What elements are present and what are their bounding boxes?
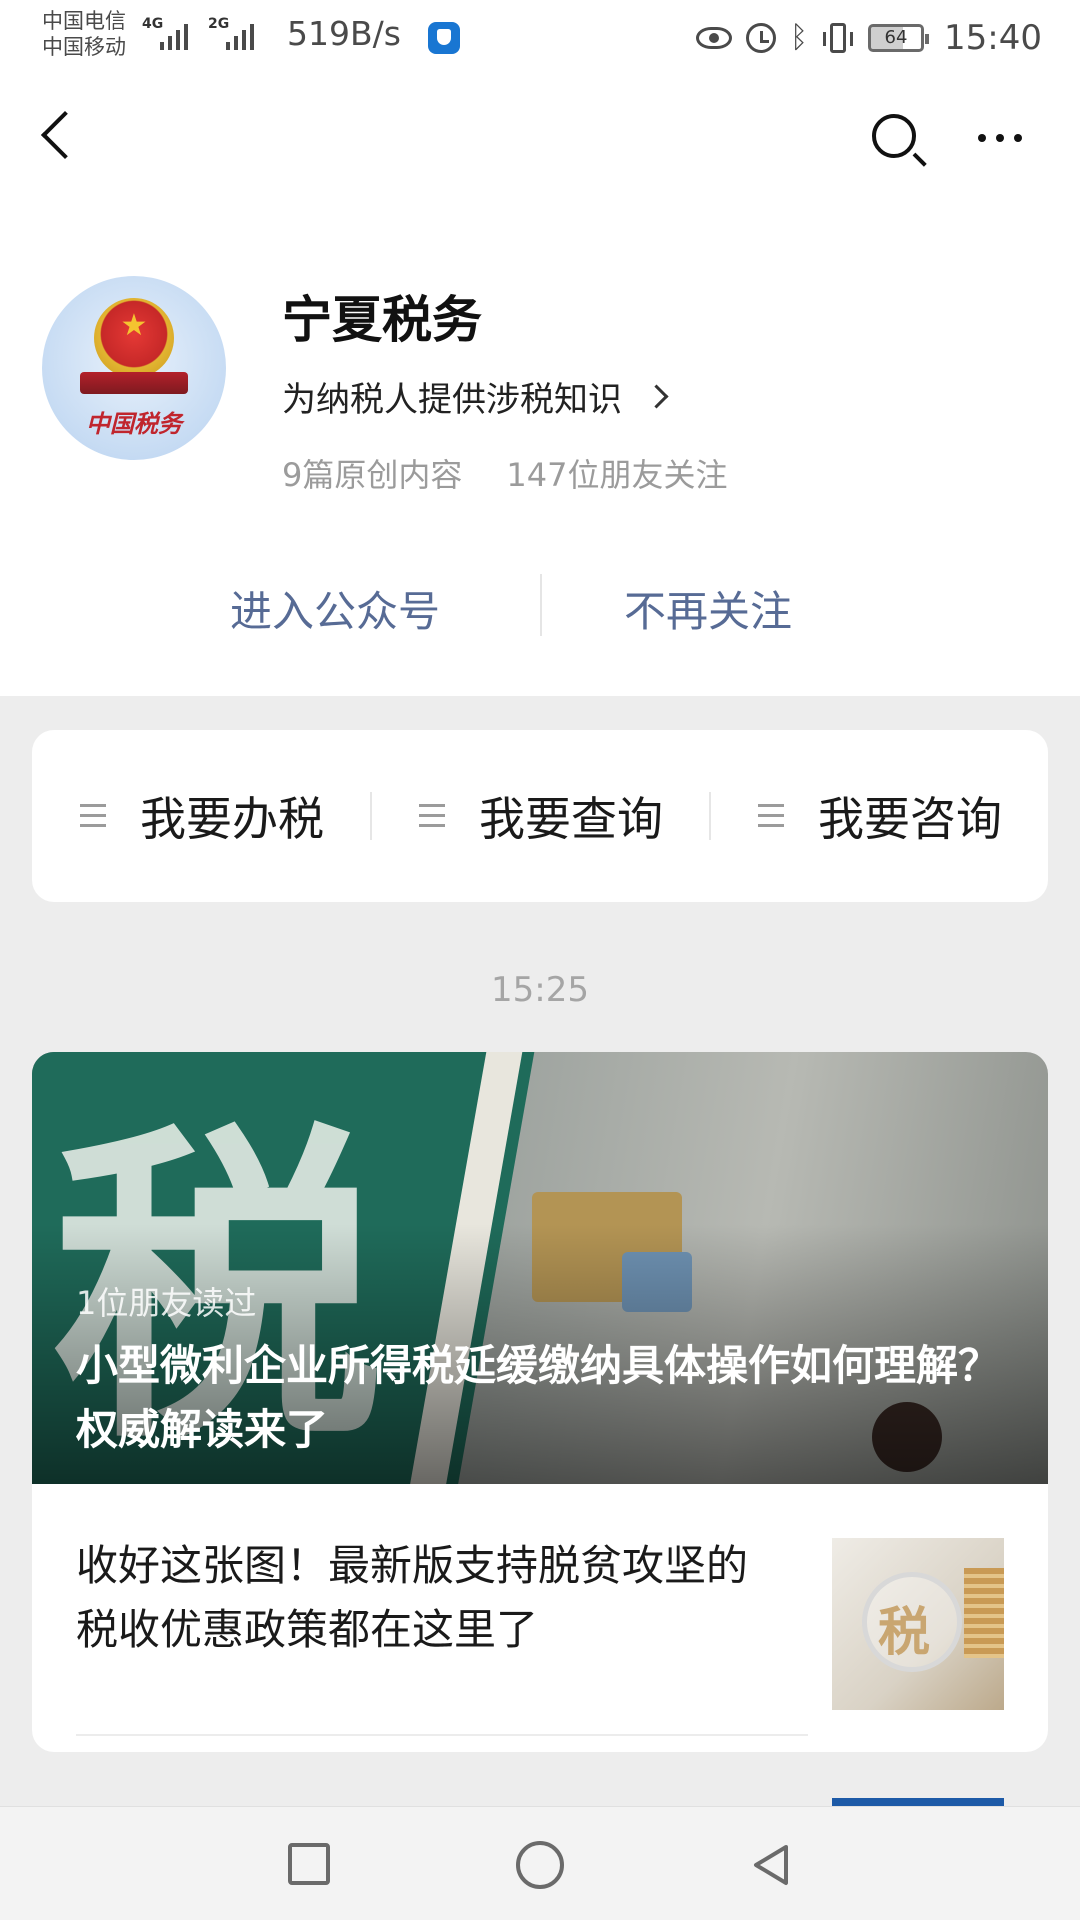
national-emblem-icon bbox=[94, 298, 174, 378]
chevron-right-icon bbox=[644, 384, 669, 409]
unfollow-button[interactable]: 不再关注 bbox=[624, 578, 792, 639]
cover-article[interactable]: 税 1位朋友读过 小型微利企业所得税延缓缴纳具体操作如何理解？权威解读来了 bbox=[32, 1052, 1048, 1484]
emblem-base bbox=[80, 372, 188, 394]
home-icon[interactable] bbox=[516, 1841, 564, 1889]
system-nav-bar bbox=[0, 1806, 1080, 1920]
status-time: 15:40 bbox=[944, 18, 1042, 58]
account-menu: 我要办税 我要查询 我要咨询 bbox=[32, 730, 1048, 902]
article-title: 收好这张图！最新版支持脱贫攻坚的税收优惠政策都在这里了 bbox=[76, 1541, 749, 1654]
screen: 中国电信 中国移动 4G 2G 519B/s ᛒ 64 15:40 ★ 中国税务… bbox=[0, 0, 1080, 1920]
battery-level: 64 bbox=[884, 27, 908, 48]
original-count[interactable]: 9篇原创内容 bbox=[282, 450, 462, 496]
vibrate-icon bbox=[823, 23, 853, 53]
bluetooth-icon: ᛒ bbox=[790, 20, 808, 55]
alarm-icon bbox=[746, 23, 776, 53]
thumb-glyph: 税 bbox=[878, 1603, 931, 1663]
network-speed: 519B/s bbox=[287, 14, 401, 53]
account-description[interactable]: 为纳税人提供涉税知识 bbox=[282, 372, 669, 421]
status-icons: ᛒ 64 15:40 bbox=[696, 18, 1042, 58]
back-nav-icon[interactable] bbox=[746, 1841, 794, 1889]
logo-text: 中国税务 bbox=[86, 409, 182, 438]
account-stats: 9篇原创内容 147位朋友关注 bbox=[282, 450, 727, 496]
status-bar: 中国电信 中国移动 4G 2G 519B/s ᛒ 64 15:40 bbox=[0, 0, 1080, 76]
menu-lines-icon bbox=[419, 803, 445, 829]
carrier-1: 中国电信 bbox=[42, 9, 126, 33]
action-divider bbox=[540, 574, 542, 636]
menu-lines-icon bbox=[80, 803, 106, 829]
battery-icon: 64 bbox=[868, 24, 929, 52]
article-divider bbox=[76, 1734, 808, 1736]
menu-item-query[interactable]: 我要查询 bbox=[371, 730, 709, 902]
friends-read-count: 1位朋友读过 bbox=[76, 1284, 257, 1322]
menu-item-label: 我要查询 bbox=[479, 792, 663, 846]
menu-lines-icon bbox=[758, 803, 784, 829]
menu-item-consult[interactable]: 我要咨询 bbox=[710, 730, 1048, 902]
message-time: 15:25 bbox=[491, 970, 589, 1010]
list-item[interactable]: 收好这张图！最新版支持脱贫攻坚的税收优惠政策都在这里了 税 bbox=[32, 1484, 1048, 1744]
account-description-text: 为纳税人提供涉税知识 bbox=[282, 380, 622, 420]
follower-count[interactable]: 147位朋友关注 bbox=[506, 450, 727, 496]
article-thumbnail: 税 bbox=[832, 1538, 1004, 1710]
shield-app-icon bbox=[428, 22, 460, 54]
eye-comfort-icon bbox=[696, 27, 732, 49]
menu-item-label: 我要办税 bbox=[140, 792, 324, 846]
nav-bar bbox=[0, 76, 1080, 200]
enter-account-button[interactable]: 进入公众号 bbox=[230, 578, 440, 639]
search-icon[interactable] bbox=[872, 114, 916, 158]
account-name: 宁夏税务 bbox=[282, 291, 482, 349]
menu-item-label: 我要咨询 bbox=[818, 792, 1002, 846]
back-icon[interactable] bbox=[40, 110, 90, 160]
account-actions: 进入公众号 不再关注 bbox=[0, 560, 1080, 650]
recent-apps-icon[interactable] bbox=[288, 1843, 330, 1885]
cover-article-title: 小型微利企业所得税延缓缴纳具体操作如何理解？权威解读来了 bbox=[76, 1341, 1001, 1454]
carrier-labels: 中国电信 中国移动 bbox=[42, 8, 126, 60]
article-card: 税 1位朋友读过 小型微利企业所得税延缓缴纳具体操作如何理解？权威解读来了 收好… bbox=[32, 1052, 1048, 1752]
thumb-coins bbox=[964, 1568, 1004, 1658]
avatar[interactable]: 中国税务 bbox=[42, 276, 226, 460]
carrier-2: 中国移动 bbox=[42, 35, 126, 59]
account-profile: 中国税务 宁夏税务 为纳税人提供涉税知识 9篇原创内容 147位朋友关注 进入公… bbox=[0, 200, 1080, 696]
menu-item-handle-tax[interactable]: 我要办税 bbox=[32, 730, 370, 902]
more-icon[interactable] bbox=[978, 134, 1022, 142]
